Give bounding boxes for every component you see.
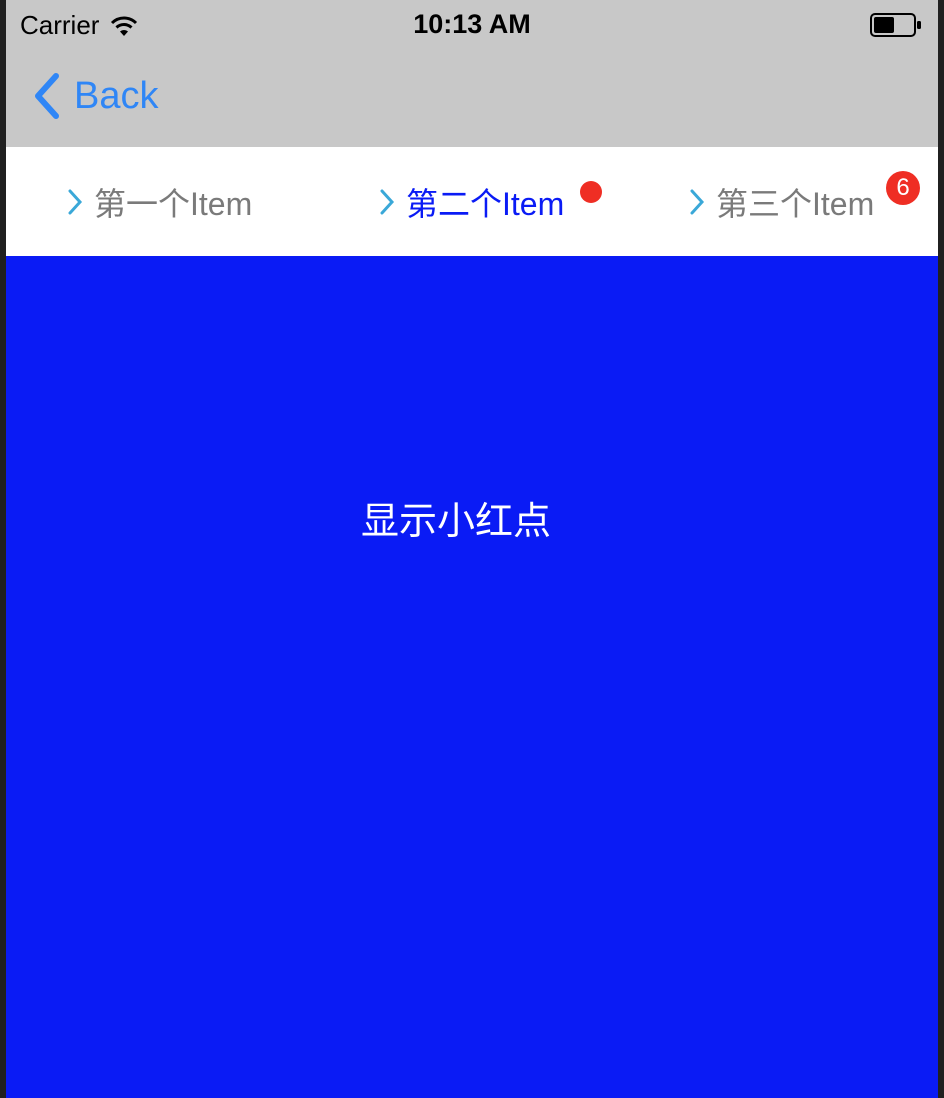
status-time: 10:13 AM xyxy=(413,9,531,39)
backdrop-right xyxy=(938,0,944,1098)
app-screen: Carrier 10:13 AM Back 第一个Item 第二个Item 第三… xyxy=(6,0,938,1098)
back-chevron-icon xyxy=(35,73,59,119)
tab-item-2-label: 第二个Item xyxy=(406,185,565,222)
chevron-right-icon xyxy=(380,189,395,214)
content-area: 显示小红点 xyxy=(6,256,938,1098)
content-label: 显示小红点 xyxy=(360,501,551,543)
count-badge: 6 xyxy=(886,171,920,205)
back-label: Back xyxy=(74,74,159,117)
red-dot-badge xyxy=(580,181,602,203)
chevron-right-icon xyxy=(690,189,705,214)
segment-tab-bar: 第一个Item 第二个Item 第三个Item 6 xyxy=(6,147,938,256)
tab-item-1[interactable]: 第一个Item xyxy=(66,147,252,256)
navigation-bar: Back xyxy=(6,52,938,147)
tab-item-3[interactable]: 第三个Item xyxy=(688,147,874,256)
tab-item-3-label: 第三个Item xyxy=(716,185,875,222)
chevron-right-icon xyxy=(68,189,83,214)
status-bar: Carrier 10:13 AM xyxy=(6,0,938,52)
back-button[interactable]: Back xyxy=(32,72,158,120)
tab-item-2[interactable]: 第二个Item xyxy=(378,147,564,256)
battery-icon xyxy=(870,13,921,37)
tab-item-1-label: 第一个Item xyxy=(94,185,253,222)
